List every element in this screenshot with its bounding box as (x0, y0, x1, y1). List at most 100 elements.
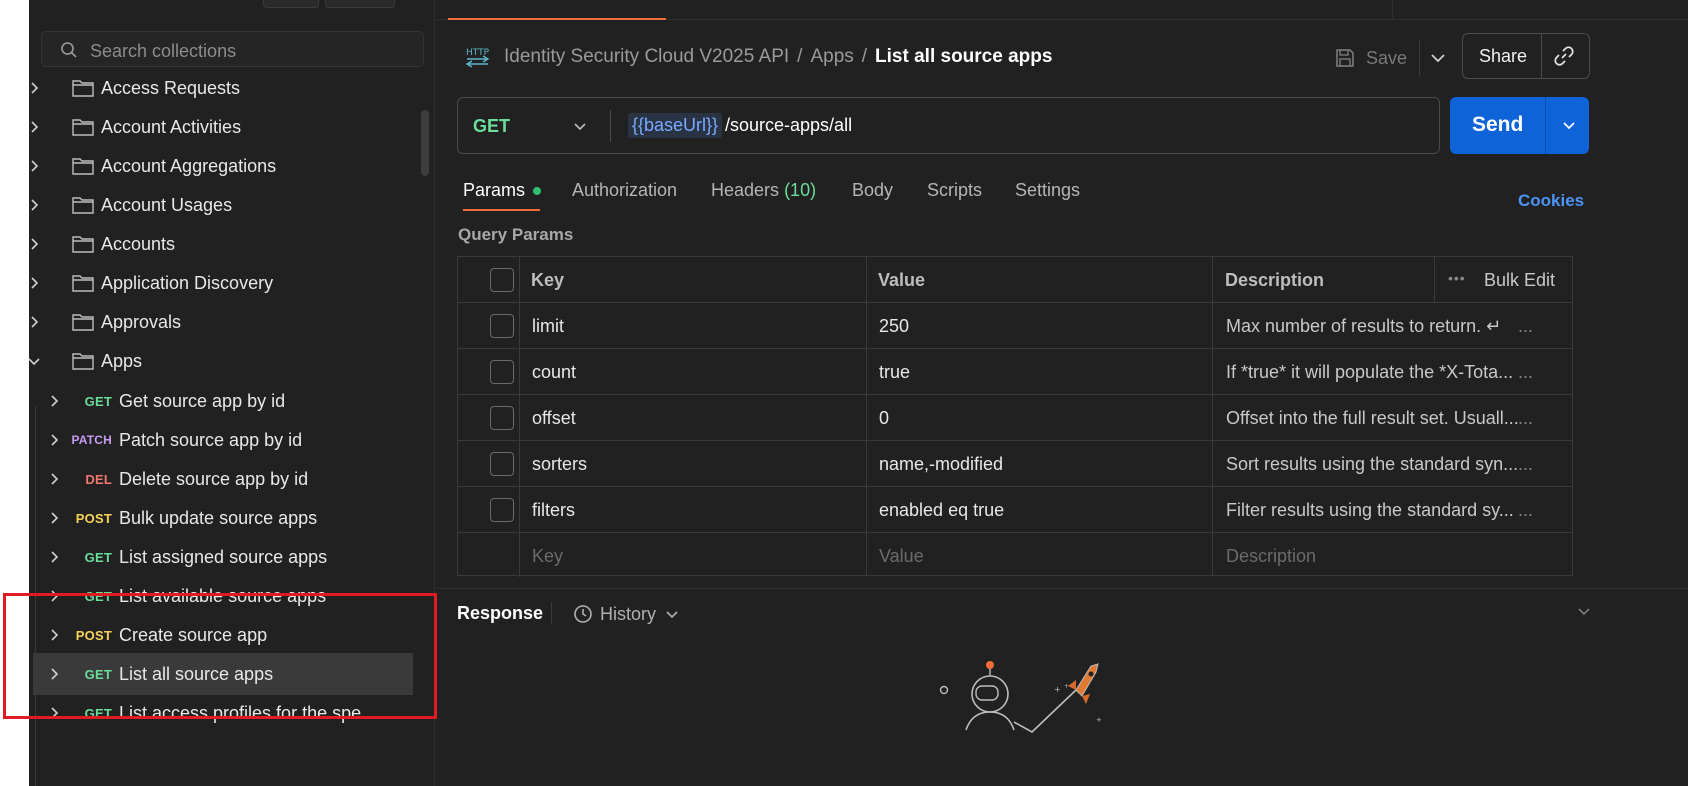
bulk-edit-button[interactable]: Bulk Edit (1484, 270, 1555, 291)
chevron-right-icon[interactable] (47, 706, 61, 720)
breadcrumb-collection[interactable]: Identity Security Cloud V2025 API (504, 46, 789, 67)
row-more-icon[interactable]: ... (1518, 500, 1533, 521)
sidebar-request-item[interactable]: PATCH Patch source app by id (29, 419, 419, 461)
response-divider (436, 588, 1688, 589)
select-all-checkbox[interactable] (490, 268, 514, 292)
new-value-input[interactable]: Value (879, 546, 1209, 567)
chevron-right-icon[interactable] (47, 589, 61, 603)
param-value[interactable]: true (879, 362, 1209, 383)
save-options-button[interactable] (1419, 40, 1455, 76)
chevron-right-icon[interactable] (47, 628, 61, 642)
breadcrumb-folder[interactable]: Apps (810, 46, 853, 67)
param-description[interactable]: Offset into the full result set. Usuall.… (1226, 408, 1521, 429)
history-button[interactable]: History (572, 603, 688, 625)
chevron-right-icon[interactable] (47, 472, 61, 486)
method-select[interactable]: GET (473, 116, 510, 137)
chevron-right-icon[interactable] (47, 433, 61, 447)
tab-settings[interactable]: Settings (1015, 180, 1080, 201)
new-key-input[interactable]: Key (532, 546, 862, 567)
url-variable[interactable]: {{baseUrl}} (628, 113, 723, 138)
sidebar-folder[interactable]: Access Requests (29, 67, 419, 109)
row-more-icon[interactable]: ... (1518, 408, 1533, 429)
sidebar-request-item[interactable]: DEL Delete source app by id (29, 458, 419, 500)
param-key[interactable]: offset (532, 408, 862, 429)
tab-body[interactable]: Body (852, 180, 893, 201)
sidebar-request-item[interactable]: GET Get source app by id (29, 380, 419, 422)
chevron-right-icon[interactable] (29, 315, 41, 329)
sidebar-folder[interactable]: Account Usages (29, 184, 419, 226)
sidebar-top-button[interactable] (263, 0, 319, 8)
chevron-right-icon[interactable] (47, 550, 61, 564)
sidebar-scrollbar[interactable] (421, 110, 429, 176)
request-label: List assigned source apps (119, 547, 328, 567)
active-tab-indicator (448, 18, 666, 20)
url-input[interactable]: /source-apps/all (725, 115, 852, 136)
sidebar-request-item[interactable]: GET List all source apps (33, 653, 413, 695)
param-description[interactable]: Filter results using the standard sy... (1226, 500, 1521, 521)
chevron-right-icon[interactable] (29, 120, 41, 134)
chevron-right-icon[interactable] (29, 81, 41, 95)
param-checkbox[interactable] (490, 314, 514, 338)
tab-authorization[interactable]: Authorization (572, 180, 677, 201)
param-description[interactable]: Sort results using the standard syn... (1226, 454, 1521, 475)
sidebar-request-item[interactable]: POST Create source app (29, 614, 419, 656)
sidebar-folder[interactable]: Account Activities (29, 106, 419, 148)
row-more-icon[interactable]: ... (1518, 316, 1533, 337)
tab-headers[interactable]: Headers (10) (711, 180, 816, 201)
send-button[interactable]: Send (1472, 113, 1523, 137)
param-description[interactable]: Max number of results to return. ↵ (1226, 316, 1521, 337)
chevron-right-icon[interactable] (47, 667, 61, 681)
save-label: Save (1366, 47, 1408, 68)
chevron-right-icon[interactable] (29, 198, 41, 212)
param-value[interactable]: 0 (879, 408, 1209, 429)
sidebar-folder[interactable]: Account Aggregations (29, 145, 419, 187)
chevron-right-icon[interactable] (29, 276, 41, 290)
param-key[interactable]: sorters (532, 454, 862, 475)
breadcrumb-current[interactable]: List all source apps (875, 46, 1052, 67)
param-value[interactable]: enabled eq true (879, 500, 1209, 521)
param-description[interactable]: If *true* it will populate the *X-Tota..… (1226, 362, 1521, 383)
sidebar-request-item[interactable]: GET List assigned source apps (29, 536, 419, 578)
new-description-input[interactable]: Description (1226, 546, 1521, 567)
chevron-right-icon[interactable] (29, 237, 41, 251)
param-checkbox[interactable] (490, 406, 514, 430)
param-key[interactable]: limit (532, 316, 862, 337)
param-key[interactable]: count (532, 362, 862, 383)
chevron-right-icon[interactable] (29, 159, 41, 173)
param-key[interactable]: filters (532, 500, 862, 521)
row-more-icon[interactable]: ... (1518, 362, 1533, 383)
chevron-down-icon[interactable] (1576, 604, 1592, 620)
tab-params[interactable]: Params (463, 180, 542, 201)
link-icon[interactable] (1553, 45, 1575, 67)
chevron-right-icon[interactable] (47, 511, 61, 525)
url-bar: GET {{baseUrl}} /source-apps/all (457, 97, 1440, 154)
row-more-icon[interactable]: ... (1518, 454, 1533, 475)
share-button[interactable]: Share (1479, 46, 1527, 67)
chevron-down-icon[interactable] (29, 354, 41, 368)
save-button[interactable]: Save (1334, 40, 1407, 76)
postman-app: Search collections Access Requests Accoun… (29, 0, 1688, 786)
sidebar-folder[interactable]: Apps (29, 340, 419, 382)
sidebar-folder[interactable]: Application Discovery (29, 262, 419, 304)
param-checkbox[interactable] (490, 498, 514, 522)
param-value[interactable]: name,-modified (879, 454, 1209, 475)
more-options-icon[interactable]: ••• (1448, 270, 1466, 286)
sidebar-top-button[interactable] (325, 0, 395, 8)
folder-label: Account Activities (101, 117, 242, 137)
sidebar-folder[interactable]: Accounts (29, 223, 419, 265)
tab-scripts[interactable]: Scripts (927, 180, 982, 201)
response-separator (551, 602, 552, 624)
cookies-link[interactable]: Cookies (1518, 191, 1584, 211)
chevron-down-icon[interactable] (1560, 117, 1578, 135)
param-value[interactable]: 250 (879, 316, 1209, 337)
chevron-right-icon[interactable] (47, 394, 61, 408)
param-checkbox[interactable] (490, 360, 514, 384)
sidebar-request-item[interactable]: POST Bulk update source apps (29, 497, 419, 539)
sidebar-request-item[interactable]: GET List available source apps (29, 575, 419, 617)
search-collections-input[interactable]: Search collections (41, 31, 424, 67)
chevron-down-icon[interactable] (572, 119, 588, 135)
param-checkbox[interactable] (490, 452, 514, 476)
sidebar-folder[interactable]: Approvals (29, 301, 419, 343)
sidebar-request-item[interactable]: GET List access profiles for the spe (29, 692, 419, 734)
breadcrumb: Identity Security Cloud V2025 API / Apps / L… (504, 46, 1052, 68)
